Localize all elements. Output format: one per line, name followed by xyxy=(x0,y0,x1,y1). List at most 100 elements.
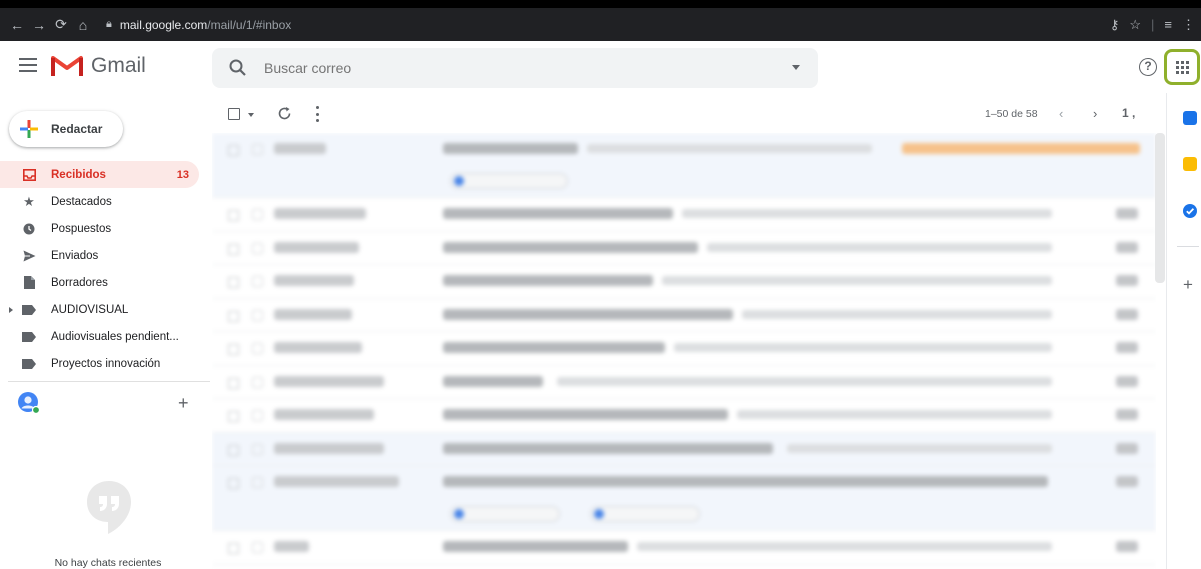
sidebar-item-label: Borradores xyxy=(51,276,108,289)
row-checkbox[interactable] xyxy=(228,411,239,422)
back-arrow-icon[interactable]: ← xyxy=(6,14,28,36)
sidebar-item-label: Enviados xyxy=(51,249,99,262)
search-input[interactable] xyxy=(262,59,742,77)
label-icon xyxy=(22,357,36,371)
keep-icon[interactable] xyxy=(1183,157,1197,171)
row-checkbox[interactable] xyxy=(228,543,239,554)
compose-plus-icon xyxy=(20,120,38,138)
lock-icon: 🔒︎ xyxy=(106,18,112,30)
help-icon[interactable]: ? xyxy=(1139,58,1157,76)
email-row[interactable] xyxy=(212,198,1156,232)
sidebar-item-starred[interactable]: ★ Destacados xyxy=(0,188,199,215)
email-row[interactable] xyxy=(212,432,1156,466)
row-sender xyxy=(274,409,374,420)
tasks-icon[interactable] xyxy=(1183,204,1197,218)
email-row[interactable] xyxy=(212,298,1156,332)
clock-icon xyxy=(22,222,36,236)
reload-icon[interactable]: ⟳ xyxy=(50,14,72,36)
sidebar-divider xyxy=(8,381,210,382)
mail-toolbar: 1–50 de 58 ‹ › 1 , xyxy=(212,93,1162,133)
row-subject xyxy=(443,308,733,320)
browser-menu-icon[interactable]: ⋮ xyxy=(1182,17,1195,33)
row-star-icon[interactable] xyxy=(252,410,263,421)
row-sender xyxy=(274,275,354,286)
select-options-caret-icon[interactable] xyxy=(248,113,254,117)
email-row[interactable] xyxy=(212,531,1156,565)
sidebar-item-inbox[interactable]: Recibidos 13 xyxy=(0,161,199,188)
attachment-chip[interactable] xyxy=(590,506,700,522)
row-checkbox[interactable] xyxy=(228,310,239,322)
row-snippet xyxy=(637,542,1052,551)
row-checkbox[interactable] xyxy=(228,344,239,355)
row-checkbox[interactable] xyxy=(228,277,239,288)
row-subject xyxy=(443,375,543,387)
sidebar-item-sent[interactable]: Enviados xyxy=(0,242,199,269)
top-black-strip xyxy=(0,0,1201,8)
forward-arrow-icon[interactable]: → xyxy=(28,14,50,36)
row-checkbox[interactable] xyxy=(228,478,239,489)
email-row[interactable] xyxy=(212,399,1156,433)
hangouts-avatar[interactable] xyxy=(18,392,40,414)
row-star-icon[interactable] xyxy=(252,276,263,287)
compose-label: Redactar xyxy=(51,122,103,136)
row-date xyxy=(1116,541,1138,552)
email-row[interactable] xyxy=(212,365,1156,399)
row-checkbox[interactable] xyxy=(228,377,239,389)
sidebar-item-label: AUDIOVISUAL xyxy=(51,303,129,316)
bookmark-star-icon[interactable]: ☆ xyxy=(1129,17,1141,33)
row-checkbox[interactable] xyxy=(228,444,239,456)
row-subject xyxy=(443,241,698,253)
sidebar-item-snoozed[interactable]: Pospuestos xyxy=(0,215,199,242)
row-star-icon[interactable] xyxy=(252,343,263,354)
row-star-icon[interactable] xyxy=(252,242,263,254)
newer-page-icon[interactable]: ‹ xyxy=(1059,106,1063,121)
gmail-logo[interactable]: Gmail xyxy=(51,54,146,78)
email-row[interactable] xyxy=(212,265,1156,299)
reading-list-icon[interactable]: ≡ xyxy=(1164,17,1172,32)
row-star-icon[interactable] xyxy=(252,144,263,155)
main-menu-icon[interactable] xyxy=(19,58,37,72)
search-options-caret-icon[interactable] xyxy=(792,65,800,70)
home-icon[interactable]: ⌂ xyxy=(72,14,94,36)
older-page-icon[interactable]: › xyxy=(1093,106,1097,121)
row-checkbox[interactable] xyxy=(228,145,239,156)
sidebar-item-audiovisual[interactable]: AUDIOVISUAL xyxy=(0,296,199,323)
row-checkbox[interactable] xyxy=(228,243,239,255)
email-row[interactable] xyxy=(212,231,1156,265)
row-star-icon[interactable] xyxy=(252,443,263,455)
more-options-icon[interactable] xyxy=(316,106,320,122)
search-bar[interactable] xyxy=(212,48,818,88)
row-snippet xyxy=(662,276,1052,285)
email-list-scrollbar[interactable] xyxy=(1155,133,1165,283)
row-checkbox[interactable] xyxy=(228,210,239,221)
refresh-icon[interactable] xyxy=(277,106,292,121)
sidebar-item-drafts[interactable]: Borradores xyxy=(0,269,199,296)
row-snippet xyxy=(707,242,1052,252)
row-date xyxy=(1116,409,1138,420)
sidebar-item-audiovisuales-pendientes[interactable]: Audiovisuales pendient... xyxy=(0,323,199,350)
sidebar-item-label: Audiovisuales pendient... xyxy=(51,330,179,343)
sidebar-item-proyectos-innovacion[interactable]: Proyectos innovación xyxy=(0,350,199,377)
select-all-checkbox[interactable] xyxy=(228,108,240,120)
email-row[interactable] xyxy=(212,133,1156,198)
expand-arrow-icon[interactable] xyxy=(9,306,13,313)
search-icon[interactable] xyxy=(228,58,248,78)
attachment-chip[interactable] xyxy=(450,506,560,522)
row-subject xyxy=(443,476,1048,487)
key-icon[interactable]: ⚷ xyxy=(1110,17,1120,33)
address-bar[interactable]: 🔒︎ mail.google.com/mail/u/1/#inbox xyxy=(106,18,291,32)
row-star-icon[interactable] xyxy=(252,542,263,553)
row-star-icon[interactable] xyxy=(252,309,263,321)
new-chat-add-icon[interactable]: + xyxy=(178,393,189,414)
row-star-icon[interactable] xyxy=(252,209,263,220)
row-star-icon[interactable] xyxy=(252,376,263,388)
email-row[interactable] xyxy=(212,332,1156,366)
email-row[interactable] xyxy=(212,466,1156,531)
row-star-icon[interactable] xyxy=(252,477,263,488)
calendar-icon[interactable] xyxy=(1183,111,1197,125)
input-tools-button[interactable]: 1 , xyxy=(1122,106,1135,120)
get-addons-add-icon[interactable]: + xyxy=(1183,275,1193,295)
attachment-chip[interactable] xyxy=(450,173,568,189)
google-apps-button[interactable] xyxy=(1164,49,1200,85)
compose-button[interactable]: Redactar xyxy=(9,111,123,147)
